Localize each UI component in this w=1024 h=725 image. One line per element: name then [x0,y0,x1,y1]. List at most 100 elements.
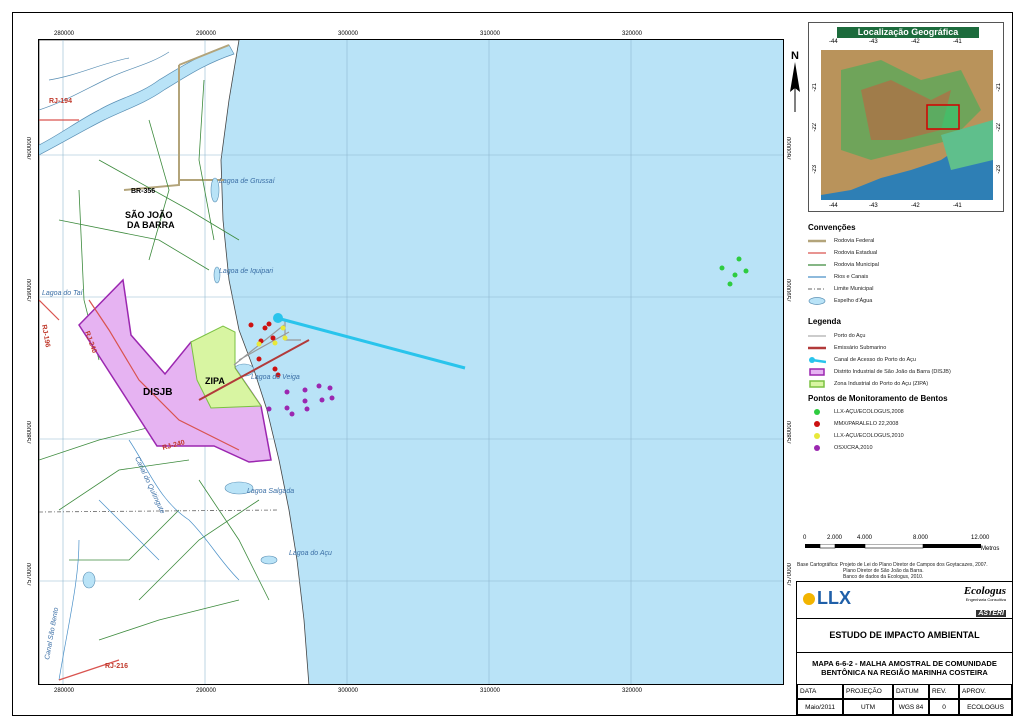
sun-icon [803,592,815,605]
conv-water: Espelho d'Água [808,296,872,306]
ecologus-text: Ecologus [963,585,1006,597]
x-tick-top-2: 290000 [196,31,217,37]
inset-lat-left-1: -21 [812,83,818,92]
map-title-line-1: MAPA 6-6-2 - MALHA AMOSTRAL DE COMUNIDAD… [812,659,997,668]
scale-label-4: 12.000 [971,535,990,541]
boundary-symbol [808,288,826,290]
tb-header-projecao: PROJEÇÃO [843,684,893,699]
tb-value-projecao: UTM [843,699,893,715]
tb-header-datum: DATUM [893,684,929,699]
x-tick-bottom-3: 300000 [338,688,359,694]
tb-header-aprov: APROV. [959,684,1012,699]
x-tick-top-5: 320000 [622,31,643,37]
y-tick-right-4: 7570000 [787,563,793,587]
legend-outfall: Emissário Submarino [808,343,886,353]
conv-label: Rodovia Federal [834,238,875,244]
tb-value-rev: 0 [929,699,959,715]
monitoring-label: LLX-AÇU/ECOLOGUS,2008 [834,409,904,415]
legend-label: Distrito Industrial de São João da Barra… [834,369,951,375]
legend-label: Porto do Açu [834,333,866,339]
llx-text: LLX [817,588,851,608]
label-disjb: DISJB [143,387,172,398]
north-arrow-icon [790,62,800,112]
main-map-frame: Lagoa de Grussaí Lagoa de Iquipari Lagoa… [38,39,784,685]
inset-title: Localização Geográfica [837,27,979,38]
tb-value-aprov: ECOLOGUS [959,699,1012,715]
monitoring-item-3: LLX-AÇU/ECOLOGUS,2010 [808,431,904,441]
monitoring-item-1: LLX-AÇU/ECOLOGUS,2008 [808,407,904,417]
label-zipa: ZIPA [205,376,225,386]
label-lagoa-salgada: Lagoa Salgada [247,488,294,495]
inset-map: Localização Geográfica -44 -43 -42 -41 -… [808,22,1004,212]
asteri-text: ASTERI [976,610,1006,617]
inset-lon-top-4: -41 [953,39,962,45]
inset-lat-left-2: -22 [812,123,818,132]
x-tick-top-4: 310000 [480,31,501,37]
x-tick-top-3: 300000 [338,31,359,37]
conv-label: Rodovia Estadual [834,250,878,256]
label-br356: BR-356 [131,188,155,195]
scale-label-0: 0 [803,535,807,541]
inset-lon-bottom-2: -43 [869,203,878,209]
y-tick-right-1: 7600000 [787,137,793,161]
north-arrow: N [788,50,802,120]
water-symbol [808,297,826,305]
north-label: N [791,50,799,62]
map-title: MAPA 6-6-2 - MALHA AMOSTRAL DE COMUNIDAD… [797,652,1012,685]
label-lagoa-acu: Lagoa do Açu [289,550,332,557]
y-tick-right-2: 7590000 [787,279,793,303]
legend-label: Zona Industrial do Porto do Açu (ZIPA) [834,381,929,387]
conv-municipal: Rodovia Municipal [808,260,879,270]
label-sao-joao-1: SÃO JOÃO [125,210,173,220]
inset-lon-top-3: -42 [911,39,920,45]
yellow-dot-icon [814,433,820,439]
outfall-symbol [808,346,826,350]
inset-lon-bottom-3: -42 [911,203,920,209]
conv-label: Rodovia Municipal [834,262,879,268]
port-symbol [808,335,826,337]
ecologus-logo: Ecologus Engenharia Consultiva ASTERI [964,585,1006,620]
monitoring-item-4: OSX/CRA,2010 [808,443,873,453]
monitoring-title: Pontos de Monitoramento de Bentos [808,394,948,403]
scale-bar-graphic [805,544,981,549]
conv-federal: Rodovia Federal [808,236,874,246]
monitoring-label: MMX/PARALELO 22,2008 [834,421,899,427]
source-line-3: Banco de dados da Ecologus, 2010. [843,574,924,580]
tb-value-data: Maio/2011 [797,699,843,715]
legend-title: Legenda [808,317,841,326]
conv-state: Rodovia Estadual [808,248,877,258]
monitoring-label: LLX-AÇU/ECOLOGUS,2010 [834,433,904,439]
title-block: LLX Ecologus Engenharia Consultiva ASTER… [796,581,1013,716]
monitoring-label: OSX/CRA,2010 [834,445,873,451]
green-dot-icon [814,409,820,415]
scale-bar: 0 2.000 4.000 8.000 12.000 Metros [803,535,1003,557]
scale-label-2: 4.000 [857,535,873,541]
legend-disjb: Distrito Industrial de São João da Barra… [808,367,951,377]
inset-relief [821,50,993,200]
ecologus-sub: Engenharia Consultiva [965,597,1006,602]
inset-lon-bottom-4: -41 [953,203,962,209]
label-lagoa-veiga: Lagoa do Veiga [251,374,300,381]
scale-label-1: 2.000 [827,535,843,541]
legend-label: Emissário Submarino [834,345,887,351]
source-note: Base Cartográfica: Projeto de Lei do Pla… [797,562,1009,580]
inset-lon-top-2: -43 [869,39,878,45]
inset-lat-right-1: -21 [996,83,1002,92]
conventions-title: Convenções [808,223,856,232]
y-tick-left-2: 7590000 [27,279,33,303]
inset-lat-right-2: -22 [996,123,1002,132]
monitoring-item-2: MMX/PARALELO 22,2008 [808,419,898,429]
red-dot-icon [814,421,820,427]
state-road-symbol [808,252,826,254]
inset-lon-top-1: -44 [829,39,838,45]
scale-label-3: 8.000 [913,535,929,541]
map-title-line-2: BENTÔNICA NA REGIÃO MARINHA COSTEIRA [821,668,988,677]
river-symbol [808,276,826,278]
x-tick-bottom-1: 280000 [54,688,75,694]
scale-unit: Metros [981,546,1000,552]
label-rj194: RJ-194 [49,98,72,105]
conv-rivers: Rios e Canais [808,272,868,282]
tb-header-rev: REV. [929,684,959,699]
legend-channel: Canal de Acesso do Porto do Açu [808,355,916,365]
channel-symbol [809,357,826,364]
